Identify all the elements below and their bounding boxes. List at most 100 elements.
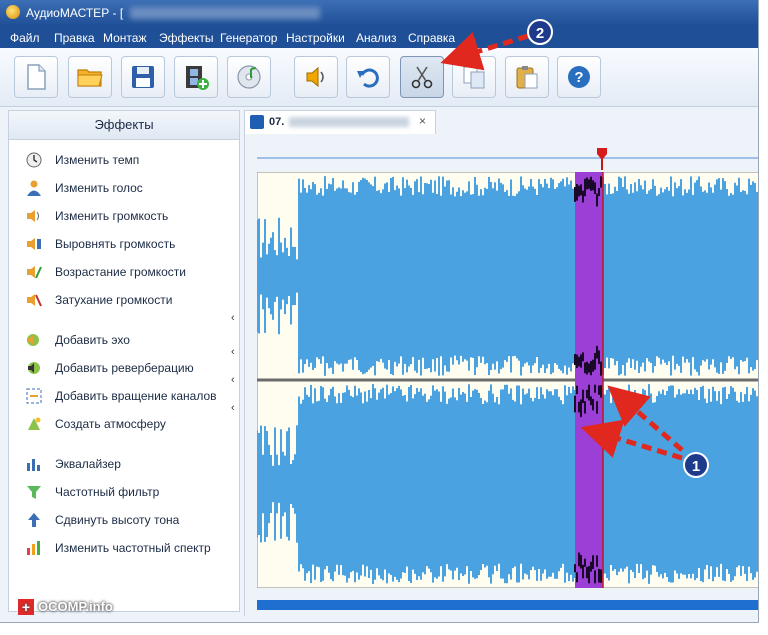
document-icon	[27, 64, 46, 90]
menu-settings[interactable]: Настройки	[286, 31, 345, 45]
paste-button[interactable]	[505, 56, 549, 98]
save-button[interactable]	[121, 56, 165, 98]
open-button[interactable]	[68, 56, 112, 98]
effects-panel-header: Эффекты	[9, 111, 239, 140]
effect-label: Добавить реверберацию	[55, 361, 194, 375]
effect-label: Частотный фильтр	[55, 485, 160, 499]
effect-label: Добавить вращение каналов	[55, 389, 217, 403]
spectrum-icon	[27, 541, 40, 555]
chevron-left-icon[interactable]: ‹	[231, 346, 235, 358]
menu-analysis[interactable]: Анализ	[356, 31, 397, 45]
cd-button[interactable]	[227, 56, 271, 98]
title-bar: АудиоМАСТЕР - [	[0, 0, 758, 26]
help-button[interactable]: ?	[557, 56, 601, 98]
fade-in-icon	[27, 266, 42, 279]
menu-montage[interactable]: Монтаж	[103, 31, 147, 45]
effect-create-atmosphere[interactable]: Создать атмосферу	[9, 412, 239, 436]
cut-button[interactable]	[400, 56, 444, 98]
effect-label: Сдвинуть высоту тона	[55, 513, 180, 527]
file-tab-bar: 07. ×	[244, 110, 758, 134]
menu-effects[interactable]: Эффекты	[159, 31, 214, 45]
effect-frequency-filter[interactable]: Частотный фильтр	[9, 480, 239, 504]
clock-icon	[26, 152, 42, 168]
film-icon	[186, 66, 209, 90]
new-file-button[interactable]	[14, 56, 58, 98]
effect-fade-out[interactable]: Затухание громкости	[9, 288, 239, 312]
waveform-channel-left	[257, 176, 758, 376]
effect-change-voice[interactable]: Изменить голос	[9, 176, 239, 200]
file-tab-label: 07.	[269, 116, 285, 128]
copy-button[interactable]	[452, 56, 496, 98]
chevron-left-icon[interactable]: ‹	[231, 402, 235, 414]
person-icon	[27, 180, 41, 196]
menu-edit[interactable]: Правка	[54, 31, 95, 45]
waveform-display[interactable]	[257, 172, 759, 588]
app-logo-icon	[6, 5, 20, 19]
chevron-left-icon[interactable]: ‹	[231, 374, 235, 386]
rotate-channels-icon	[26, 388, 42, 404]
video-button[interactable]	[174, 56, 218, 98]
menu-file[interactable]: Файл	[10, 31, 40, 45]
effect-add-echo[interactable]: Добавить эхо	[9, 328, 239, 352]
ocomp-watermark: + OCOMP.info	[18, 598, 168, 618]
svg-text:?: ?	[574, 69, 583, 86]
effect-equalizer[interactable]: Эквалайзер	[9, 452, 239, 476]
effect-label: Возрастание громкости	[55, 265, 186, 279]
menu-generator[interactable]: Генератор	[220, 31, 277, 45]
pitch-icon	[28, 513, 40, 527]
menu-help[interactable]: Справка	[408, 31, 455, 45]
atmosphere-icon	[28, 417, 41, 430]
effect-add-reverb[interactable]: Добавить реверберацию	[9, 356, 239, 380]
blurred-filename	[289, 117, 409, 127]
effect-label: Создать атмосферу	[55, 417, 166, 431]
timeline-ruler[interactable]	[245, 134, 759, 170]
file-tab[interactable]: 07. ×	[244, 110, 436, 134]
effect-label: Изменить громкость	[55, 209, 169, 223]
folder-icon	[77, 69, 103, 87]
fade-out-icon	[27, 294, 42, 307]
close-icon[interactable]: ×	[419, 114, 426, 128]
effect-change-spectrum[interactable]: Изменить частотный спектр	[9, 536, 239, 560]
cd-icon	[237, 65, 261, 89]
equalizer-icon	[27, 459, 40, 471]
effect-label: Эквалайзер	[55, 457, 121, 471]
undo-button[interactable]	[346, 56, 390, 98]
toolbar: ?	[0, 48, 758, 107]
effect-rotate-channels[interactable]: Добавить вращение каналов	[9, 384, 239, 408]
waveform-editor[interactable]	[244, 134, 759, 616]
effects-panel: Эффекты Изменить темп Изменить голос Изм…	[8, 110, 240, 612]
paste-icon	[516, 66, 538, 89]
floppy-icon	[132, 66, 154, 88]
effect-label: Изменить голос	[55, 181, 143, 195]
scissors-icon	[411, 66, 433, 89]
watermark-text: OCOMP.info	[38, 599, 113, 615]
app-window: АудиоМАСТЕР - [ Файл Правка Монтаж Эффек…	[0, 0, 759, 623]
undo-icon	[357, 68, 379, 88]
effect-label: Добавить эхо	[55, 333, 130, 347]
plus-icon: +	[18, 598, 34, 615]
volume-icon	[27, 210, 39, 222]
menu-bar: Файл Правка Монтаж Эффекты Генератор Нас…	[0, 26, 758, 48]
effect-change-volume[interactable]: Изменить громкость	[9, 204, 239, 228]
chevron-left-icon[interactable]: ‹	[231, 312, 235, 324]
filter-icon	[27, 486, 41, 499]
waveform-channel-right	[257, 384, 758, 584]
copy-icon	[463, 66, 485, 89]
effect-label: Выровнять громкость	[55, 237, 176, 251]
level-icon	[27, 238, 41, 250]
speaker-icon	[306, 66, 324, 88]
effect-fade-in[interactable]: Возрастание громкости	[9, 260, 239, 284]
horizontal-scrollbar[interactable]	[257, 600, 758, 610]
effect-normalize-volume[interactable]: Выровнять громкость	[9, 232, 239, 256]
selection-region[interactable]	[575, 172, 603, 588]
speaker-button[interactable]	[294, 56, 338, 98]
window-title: АудиоМАСТЕР - [	[26, 6, 124, 20]
help-icon: ?	[568, 66, 590, 88]
effect-pitch-shift[interactable]: Сдвинуть высоту тона	[9, 508, 239, 532]
effect-label: Затухание громкости	[55, 293, 173, 307]
blurred-filename	[130, 7, 320, 19]
echo-icon	[27, 334, 39, 346]
effect-change-tempo[interactable]: Изменить темп	[9, 148, 239, 172]
audio-file-icon	[250, 115, 264, 129]
reverb-icon	[28, 362, 40, 374]
